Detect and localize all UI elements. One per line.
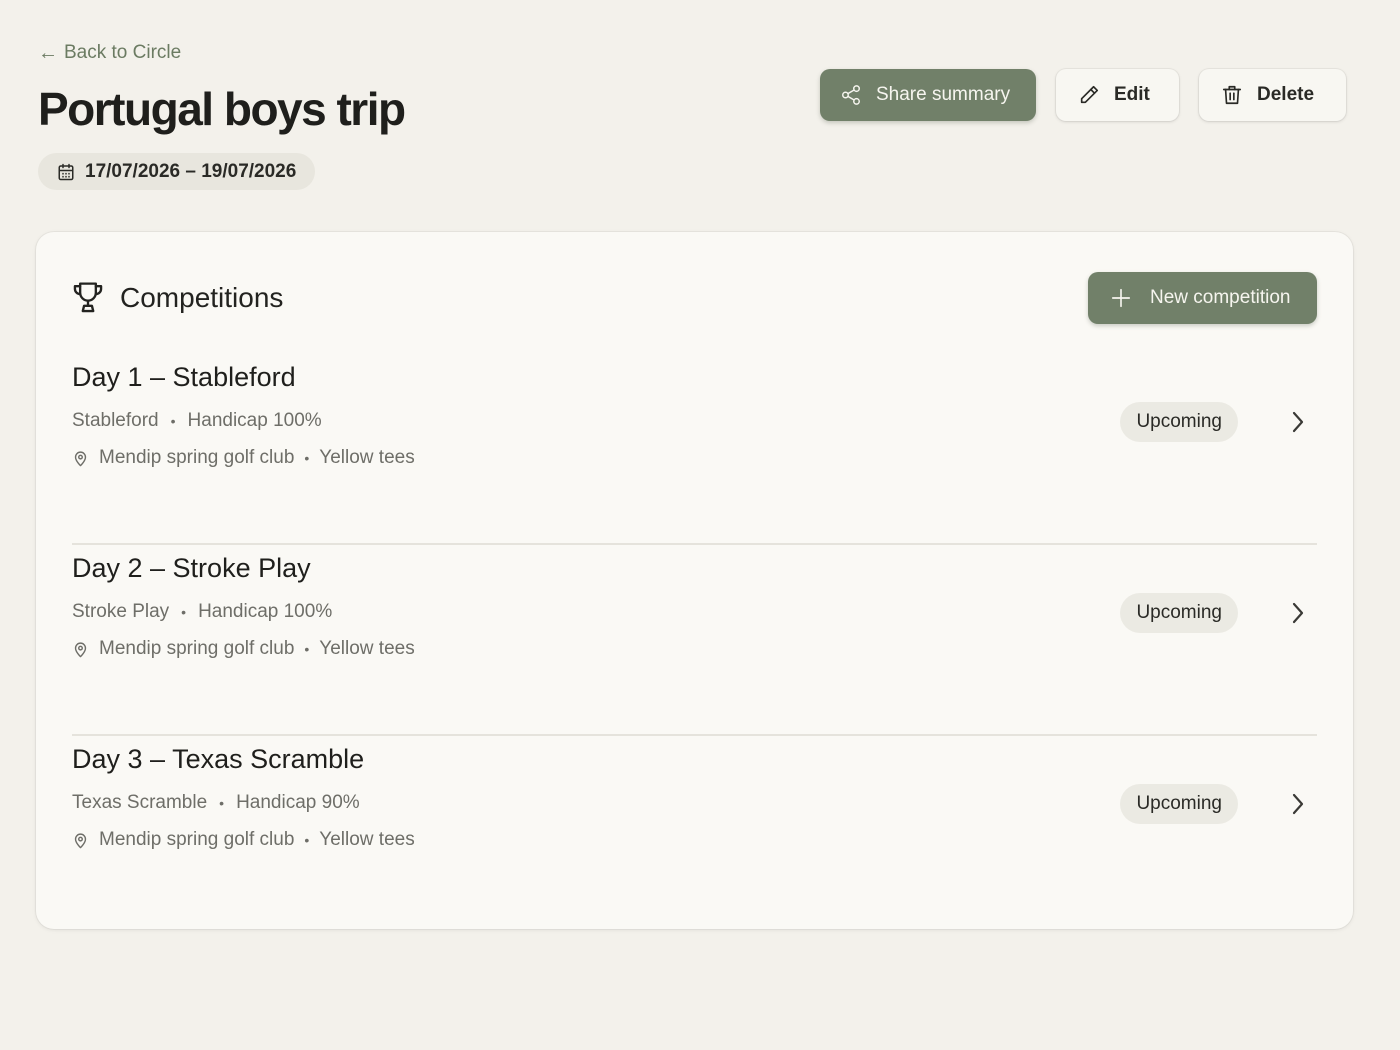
competition-name: Day 3 – Texas Scramble bbox=[72, 744, 365, 774]
status-badge: Upcoming bbox=[1120, 593, 1238, 633]
status-badge: Upcoming bbox=[1120, 784, 1238, 824]
share-summary-button[interactable]: Share summary bbox=[820, 69, 1036, 121]
competition-handicap: Handicap 100% bbox=[187, 410, 322, 431]
competitions-card: Competitions New competition Day 1 – Sta… bbox=[36, 232, 1353, 929]
competition-meta: Stableford • Handicap 100% bbox=[72, 410, 322, 432]
share-icon bbox=[842, 85, 860, 105]
competition-tees: Yellow tees bbox=[319, 829, 415, 850]
competitions-title-group: Competitions bbox=[72, 281, 283, 315]
competition-row[interactable]: Day 1 – Stableford Stableford • Handicap… bbox=[72, 354, 1317, 545]
chevron-right-icon[interactable] bbox=[1291, 410, 1305, 434]
edit-label: Edit bbox=[1114, 84, 1150, 105]
competition-row[interactable]: Day 2 – Stroke Play Stroke Play • Handic… bbox=[72, 545, 1317, 736]
chevron-right-icon[interactable] bbox=[1291, 601, 1305, 625]
page: ← Back to Circle Portugal boys trip 17/0… bbox=[0, 0, 1400, 1050]
competition-tees: Yellow tees bbox=[319, 638, 415, 659]
competitions-list: Day 1 – Stableford Stableford • Handicap… bbox=[72, 354, 1317, 927]
separator-dot: • bbox=[170, 413, 176, 429]
trophy-icon bbox=[73, 282, 103, 313]
competition-tees: Yellow tees bbox=[319, 447, 415, 468]
separator-dot: • bbox=[304, 832, 310, 848]
competition-location: Mendip spring golf club • Yellow tees bbox=[72, 447, 415, 469]
competition-meta: Texas Scramble • Handicap 90% bbox=[72, 792, 360, 814]
competition-format: Texas Scramble bbox=[72, 792, 208, 813]
competitions-header: Competitions New competition bbox=[72, 272, 1317, 324]
plus-icon bbox=[1111, 288, 1131, 308]
competition-name: Day 1 – Stableford bbox=[72, 362, 296, 392]
back-to-circle-link[interactable]: ← Back to Circle bbox=[38, 42, 181, 64]
new-competition-label: New competition bbox=[1150, 287, 1291, 308]
separator-dot: • bbox=[304, 450, 310, 466]
share-summary-label: Share summary bbox=[876, 84, 1011, 105]
chevron-right-icon[interactable] bbox=[1291, 792, 1305, 816]
map-pin-icon bbox=[74, 832, 87, 848]
date-range-text: 17/07/2026 – 19/07/2026 bbox=[85, 160, 297, 182]
page-title: Portugal boys trip bbox=[38, 83, 406, 135]
competition-location: Mendip spring golf club • Yellow tees bbox=[72, 829, 415, 851]
competition-handicap: Handicap 100% bbox=[198, 601, 333, 622]
competition-course: Mendip spring golf club bbox=[99, 638, 295, 659]
delete-button[interactable]: Delete bbox=[1199, 69, 1346, 121]
competitions-title: Competitions bbox=[120, 282, 284, 313]
pencil-icon bbox=[1080, 85, 1099, 104]
new-competition-button[interactable]: New competition bbox=[1088, 272, 1317, 324]
competition-format: Stroke Play bbox=[72, 601, 170, 622]
status-badge: Upcoming bbox=[1120, 402, 1238, 442]
competition-course: Mendip spring golf club bbox=[99, 447, 295, 468]
competition-meta: Stroke Play • Handicap 100% bbox=[72, 601, 332, 623]
date-range-badge: 17/07/2026 – 19/07/2026 bbox=[38, 153, 316, 190]
back-link-label: Back to Circle bbox=[64, 42, 182, 63]
map-pin-icon bbox=[74, 450, 87, 466]
separator-dot: • bbox=[304, 641, 310, 657]
separator-dot: • bbox=[181, 604, 187, 620]
delete-label: Delete bbox=[1257, 84, 1315, 105]
map-pin-icon bbox=[74, 641, 87, 657]
competition-row[interactable]: Day 3 – Texas Scramble Texas Scramble • … bbox=[72, 736, 1317, 927]
competition-location: Mendip spring golf club • Yellow tees bbox=[72, 638, 415, 660]
competition-name: Day 2 – Stroke Play bbox=[72, 553, 311, 583]
header-actions: Share summary Edit Delete bbox=[820, 69, 1346, 121]
trash-icon bbox=[1222, 85, 1242, 105]
competition-format: Stableford bbox=[72, 410, 159, 431]
separator-dot: • bbox=[219, 795, 225, 811]
edit-button[interactable]: Edit bbox=[1056, 69, 1179, 121]
arrow-left-icon: ← bbox=[38, 42, 58, 64]
competition-handicap: Handicap 90% bbox=[236, 792, 360, 813]
competition-course: Mendip spring golf club bbox=[99, 829, 295, 850]
calendar-icon bbox=[58, 163, 74, 180]
